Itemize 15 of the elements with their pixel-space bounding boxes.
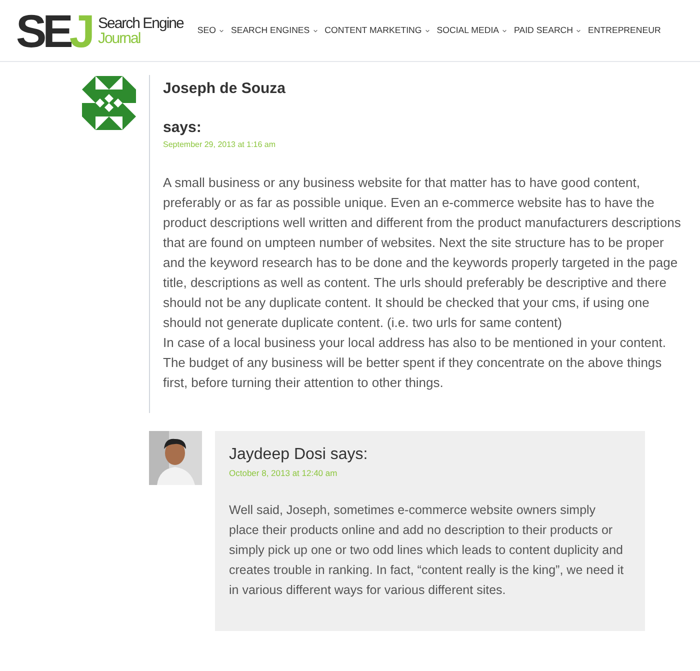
comment-paragraph: The budget of any business will be better spent if they concentrate on the above things first, before turning their attention to other things. (163, 354, 663, 392)
nav-link[interactable]: ENTREPRENEUR (588, 24, 661, 38)
nav-link[interactable]: SEO (197, 24, 224, 38)
comment-paragraph: A small business or any business website for that matter has to have good content, preferably or as far as possible unique. Even an e-commerce website has to have the product descriptions well written and different from the product manufacturers descriptions that are found on umpteen number of websites. Next the site structure has to be proper and the keyword research has to be done and the keywords properly targeted in the page title, descriptions as well as content. The urls should preferably be descriptive and there should not be any duplicate content. It should be checked that your cms, if using one should not generate duplicate content. (i.e. two urls for same content) (163, 174, 682, 332)
nav-link[interactable]: SOCIAL MEDIA (436, 24, 508, 38)
comment-author: Joseph de Souza (163, 79, 287, 99)
nav-link[interactable]: SEARCH ENGINES (230, 24, 318, 38)
reply-author: Jaydeep Dosi says: (229, 445, 369, 465)
nav-link[interactable]: PAID SEARCH (514, 24, 581, 38)
logo-text[interactable]: Search Engine (98, 16, 184, 30)
comment-paragraph: Well said, Joseph, sometimes e-commerce website owners simply place their products online and add no description to their products or simply pick up one or two odd lines which leads to content duplicity and creates trouble in ranking. In fact, “content really is the king”, we need it in various different ways for various different sites. (229, 502, 624, 599)
comment-says: says: (163, 119, 202, 137)
comment-paragraph: In case of a local business your local address has also to be mentioned in your content. (163, 334, 667, 352)
logo-mark[interactable]: SE (16, 8, 70, 54)
nav-link[interactable]: CONTENT MARKETING (324, 24, 430, 38)
